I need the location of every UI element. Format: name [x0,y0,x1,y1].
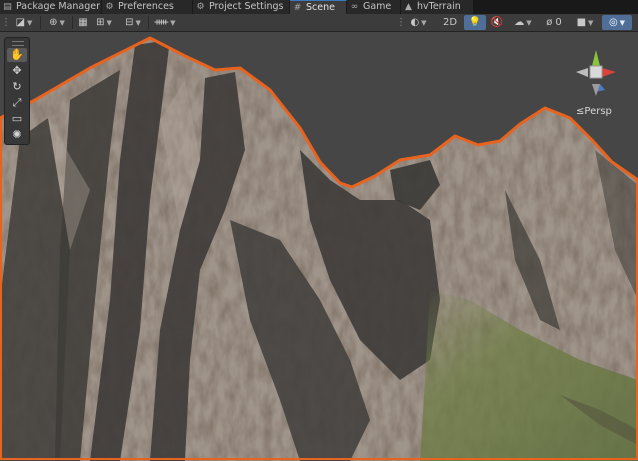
orientation-gizmo[interactable] [566,40,626,104]
rect-icon: ▭ [11,112,23,125]
chevron-down-icon: ▼ [27,19,33,27]
chevron-down-icon: ▼ [421,19,427,27]
package-icon: ▤ [3,2,12,12]
gear-icon: ⚙ [105,2,114,12]
tab-scene[interactable]: # Scene [290,0,347,14]
grid-snap-dropdown[interactable]: ⊞ ▼ [92,15,116,30]
projection-text: Persp [584,106,612,117]
tab-package-manager[interactable]: ▤ Package Manager [0,0,102,14]
hand-tool-button[interactable]: ✋ [7,48,27,62]
tab-label: Scene [306,2,335,13]
scene-grid-icon: # [293,3,302,13]
tab-game[interactable]: ∞ Game [347,0,401,14]
tab-project-settings[interactable]: ⚙ Project Settings [193,0,290,14]
transform-tool-button[interactable]: ✺ [7,128,27,142]
snap-icon: ⊟ [125,17,134,28]
snap-settings-dropdown[interactable]: ⊟ ▼ [120,15,146,30]
effects-dropdown[interactable]: ☁ ▼ [510,15,536,30]
tab-label: Preferences [118,1,174,12]
sphere-shading-icon: ◐ [410,17,420,28]
lightbulb-icon: 💡 [468,17,482,28]
scale-icon: ⤢ [12,96,22,109]
grid-snap-icon: ⊞ [96,17,105,28]
tab-label: Package Manager [16,1,101,12]
hand-icon: ✋ [10,48,24,61]
chevron-down-icon: ▼ [170,19,176,27]
gizmos-icon: ◎ [608,17,618,28]
terrain-render [0,36,638,461]
transform-icon: ✺ [12,128,22,141]
lighting-toggle[interactable]: 💡 [464,15,486,30]
gizmo-neg-x-axis-icon[interactable] [576,68,588,77]
projection-label[interactable]: ≤Persp [576,106,612,117]
tool-palette: ✋ ✥ ↻ ⤢ ▭ ✺ [4,37,30,145]
chevron-down-icon: ▼ [106,19,112,27]
tab-label: Project Settings [209,1,284,12]
tab-label: hvTerrain [417,1,461,12]
pivot-mode-dropdown[interactable]: ⊕ ▼ [44,15,70,30]
tab-hvterrain[interactable]: ▲ hvTerrain [401,0,474,14]
globe-icon: ⊕ [49,17,58,28]
toggle-2d-label: 2D [442,17,458,28]
editor-tab-bar: ▤ Package Manager ⚙ Preferences ⚙ Project S… [0,0,638,14]
separator [148,16,149,29]
chevron-down-icon: ▼ [526,19,532,27]
audio-toggle[interactable]: 🔇 [488,15,506,30]
scene-viewport[interactable] [0,32,638,461]
grid-icon: ▦ [78,17,88,28]
toggle-2d-button[interactable]: 2D [438,15,462,30]
hidden-objects-toggle[interactable]: ø0 [540,15,568,30]
draw-mode-icon: ◪ [15,17,26,28]
rotate-tool-button[interactable]: ↻ [7,80,27,94]
draw-mode-dropdown[interactable]: ◪ ▼ [10,15,38,30]
chevron-down-icon: ▼ [59,19,65,27]
tab-label: Game [363,1,392,12]
rect-tool-button[interactable]: ▭ [7,112,27,126]
palette-drag-handle[interactable] [12,41,24,46]
separator [40,16,41,29]
shading-mode-dropdown[interactable]: ◐ ▼ [405,15,432,30]
gizmos-dropdown[interactable]: ◎ ▼ [602,15,632,30]
chevron-down-icon: ▼ [619,19,626,27]
gizmo-x-axis-icon[interactable] [602,68,616,77]
gizmo-center-cube-icon[interactable] [589,65,603,79]
counter-zero-icon: 0 [555,17,562,28]
tab-preferences[interactable]: ⚙ Preferences [102,0,193,14]
grid-visibility-button[interactable]: ▦ [76,15,90,30]
move-icon: ✥ [12,64,22,77]
toolbar-handle-icon: ⋮ [396,17,406,28]
rotate-icon: ↻ [12,80,22,93]
terrain-icon: ▲ [405,2,412,12]
separator [72,16,73,29]
camera-icon: ■ [576,17,587,28]
scene-toolbar: ⋮ ◪ ▼ ⊕ ▼ ▦ ⊞ ▼ ⊟ ▼ ᚔ ▼ ⋮ ◐ ▼ 2D 💡 🔇 ☁ ▼ ø0 ■ ▼ … [0,14,638,32]
ruler-icon: ᚔ [154,17,169,28]
effects-icon: ☁ [514,17,525,28]
move-tool-button[interactable]: ✥ [7,64,27,78]
increment-snap-dropdown[interactable]: ᚔ ▼ [152,15,178,30]
speaker-mute-icon: 🔇 [490,17,504,28]
gamepad-icon: ∞ [350,2,359,12]
chevron-down-icon: ▼ [588,19,594,27]
scale-tool-button[interactable]: ⤢ [7,96,27,110]
gizmo-y-axis-icon[interactable] [592,50,600,66]
camera-settings-dropdown[interactable]: ■ ▼ [572,15,598,30]
eye-slash-icon: ø [546,17,553,28]
gear-icon: ⚙ [196,2,205,12]
chevron-down-icon: ▼ [135,19,141,27]
toolbar-handle-icon: ⋮ [1,17,11,28]
